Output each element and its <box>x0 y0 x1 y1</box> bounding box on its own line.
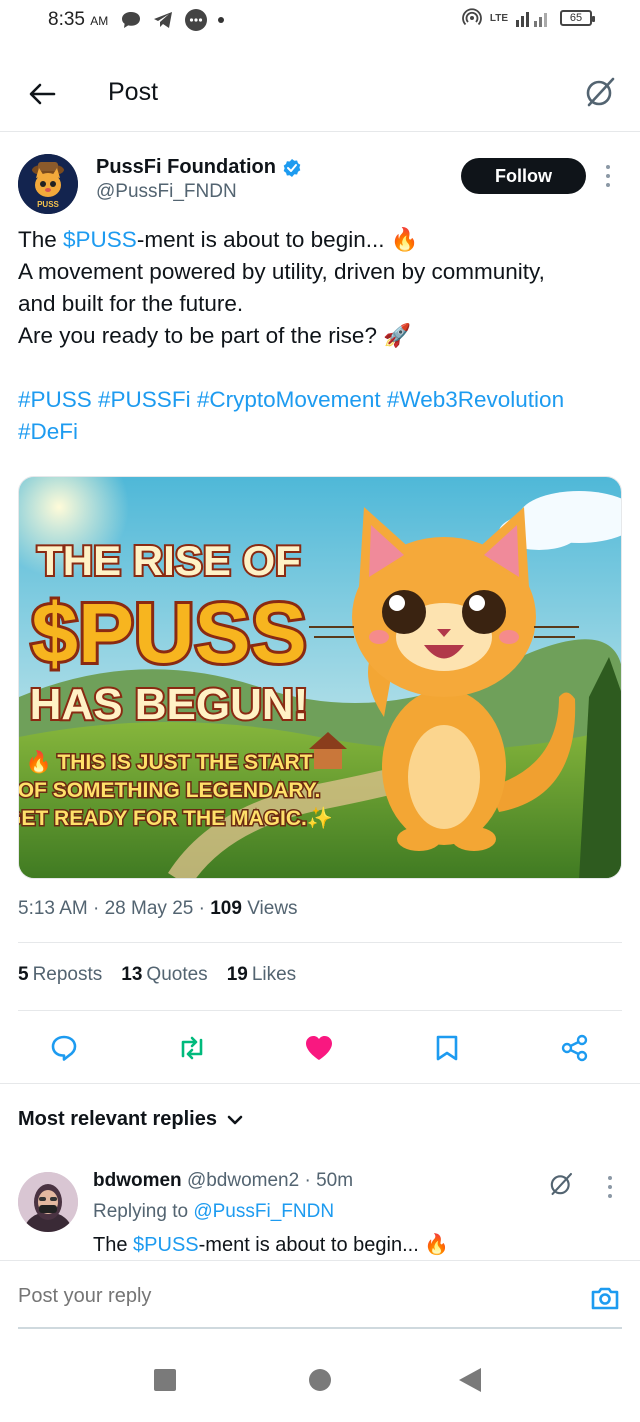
action-bar <box>0 1026 640 1070</box>
headline-line-2: $PUSS <box>31 586 306 680</box>
post-stats: 5 Reposts 13 Quotes 19 Likes <box>18 964 296 986</box>
author-name[interactable]: PussFi Foundation <box>96 156 302 179</box>
post-line-1: The $PUSS-ment is about to begin... 🔥 <box>18 227 419 252</box>
reply-header: bdwomen @bdwomen2 · 50m <box>93 1170 354 1191</box>
post-line-2: A movement powered by utility, driven by… <box>18 259 545 284</box>
notification-icons <box>120 8 224 32</box>
like-button[interactable] <box>297 1026 341 1070</box>
post-image[interactable]: THE RISE OF $PUSS HAS BEGUN! 🔥 THIS IS J… <box>18 476 622 879</box>
views-count: 109 <box>210 898 242 919</box>
reply-time: 50m <box>316 1170 354 1191</box>
telegram-icon <box>154 12 172 28</box>
square-icon <box>154 1369 176 1391</box>
author-avatar[interactable]: PUSS <box>18 154 78 214</box>
share-button[interactable] <box>553 1026 597 1070</box>
back-button[interactable] <box>22 74 62 114</box>
message-icon <box>122 12 140 28</box>
verified-badge-icon <box>283 158 301 177</box>
subline-1: 🔥 THIS IS JUST THE START <box>25 749 312 774</box>
user-avatar-icon <box>18 1172 78 1232</box>
signal-icon <box>516 12 547 27</box>
network-type: LTE <box>489 12 508 24</box>
post-line-4: Are you ready to be part of the rise? 🚀 <box>18 323 412 348</box>
avatar-label: PUSS <box>37 200 59 209</box>
reply-author-handle[interactable]: @bdwomen2 <box>187 1170 299 1191</box>
likes-stat[interactable]: 19 Likes <box>227 964 297 986</box>
divider <box>18 1010 622 1011</box>
reply-grok-button[interactable] <box>543 1166 579 1202</box>
headline-line-3: HAS BEGUN! <box>30 680 309 729</box>
post-author: PUSS PussFi Foundation @PussFi_FNDN Foll… <box>18 150 622 214</box>
grok-button[interactable] <box>580 72 620 112</box>
author-handle[interactable]: @PussFi_FNDN <box>96 181 237 203</box>
share-icon <box>561 1034 588 1062</box>
subline-3: GET READY FOR THE MAGIC.✨ <box>19 806 333 830</box>
arrow-left-icon <box>29 83 56 105</box>
repost-icon <box>181 1036 203 1060</box>
triangle-back-icon <box>459 1368 481 1392</box>
heart-filled-icon <box>306 1036 332 1060</box>
reposts-stat[interactable]: 5 Reposts <box>18 964 102 986</box>
reply-composer <box>0 1260 640 1330</box>
status-time: 8:35 AM <box>48 9 109 30</box>
more-notifications-dot <box>218 17 224 23</box>
views-label: Views <box>247 898 298 919</box>
replies-sort-dropdown[interactable]: Most relevant replies <box>18 1108 243 1131</box>
post-date: 28 May 25 <box>104 898 194 919</box>
replying-to-handle[interactable]: @PussFi_FNDN <box>193 1201 334 1222</box>
rise-of-puss-illustration: THE RISE OF $PUSS HAS BEGUN! 🔥 THIS IS J… <box>19 477 621 878</box>
home-button[interactable] <box>306 1366 334 1394</box>
composer-underline <box>18 1327 622 1329</box>
post-text: The $PUSS-ment is about to begin... 🔥 A … <box>18 224 628 448</box>
follow-button[interactable]: Follow <box>461 158 586 194</box>
grok-icon <box>550 1172 573 1196</box>
replying-to: Replying to @PussFi_FNDN <box>93 1201 335 1222</box>
reply-text: The $PUSS-ment is about to begin... 🔥 <box>93 1234 450 1256</box>
top-bar: Post <box>0 56 640 132</box>
reply-author-name[interactable]: bdwomen <box>93 1170 182 1191</box>
back-nav-button[interactable] <box>456 1366 484 1394</box>
camera-icon <box>591 1287 619 1310</box>
recents-button[interactable] <box>151 1366 179 1394</box>
subline-2: OF SOMETHING LEGENDARY. <box>19 779 320 802</box>
post-time: 5:13 AM <box>18 898 88 919</box>
battery-icon: 65 <box>560 10 595 26</box>
camera-button[interactable] <box>588 1281 622 1315</box>
grok-icon <box>586 77 615 107</box>
reply-button[interactable] <box>42 1026 86 1070</box>
chat-bubble-icon <box>185 9 207 31</box>
post-line-3: and built for the future. <box>18 291 244 316</box>
reply-input[interactable] <box>18 1279 538 1313</box>
headline-line-1: THE RISE OF <box>37 537 301 584</box>
divider <box>0 1083 640 1084</box>
replies-sort-label: Most relevant replies <box>18 1108 217 1130</box>
bookmark-icon <box>436 1035 458 1061</box>
reply-avatar[interactable] <box>18 1172 78 1232</box>
circle-icon <box>309 1369 331 1391</box>
status-right: LTE 65 <box>461 8 595 28</box>
chevron-down-icon <box>227 1115 243 1124</box>
divider <box>18 942 622 943</box>
system-nav-bar <box>0 1330 640 1422</box>
quotes-stat[interactable]: 13 Quotes <box>121 964 207 986</box>
reply-icon <box>51 1035 77 1061</box>
post-meta: 5:13 AM · 28 May 25 · 109 Views <box>18 898 298 919</box>
page-title: Post <box>108 78 159 106</box>
hotspot-icon <box>461 8 482 26</box>
hashtag-defi-link[interactable]: #DeFi <box>18 416 628 448</box>
reply-cashtag-link[interactable]: $PUSS <box>133 1234 199 1256</box>
repost-button[interactable] <box>170 1026 214 1070</box>
bookmark-button[interactable] <box>425 1026 469 1070</box>
cashtag-link[interactable]: $PUSS <box>63 227 137 252</box>
reply-item[interactable]: bdwomen @bdwomen2 · 50m Replying to @Pus… <box>18 1166 622 1260</box>
hashtags-link[interactable]: #PUSS #PUSSFi #CryptoMovement #Web3Revol… <box>18 384 628 416</box>
reply-more-button[interactable] <box>602 1174 618 1200</box>
more-options-button[interactable] <box>598 162 618 190</box>
status-bar: 8:35 AM LTE 65 <box>0 0 640 40</box>
